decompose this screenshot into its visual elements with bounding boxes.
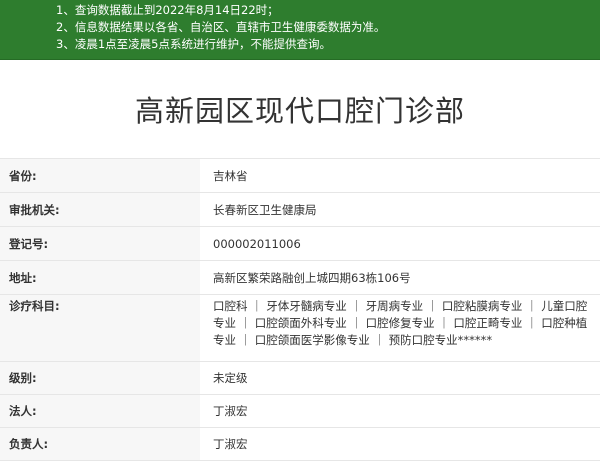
field-label: 审批机关: xyxy=(0,193,200,226)
field-value: 口腔科 ｜ 牙体牙髓病专业 ｜ 牙周病专业 ｜ 口腔粘膜病专业 ｜ 儿童口腔专业… xyxy=(213,299,588,347)
field-label: 地址: xyxy=(0,261,200,294)
row-approval-authority: 审批机关: 长春新区卫生健康局 xyxy=(0,193,600,227)
field-value: 高新区繁荣路融创上城四期63栋106号 xyxy=(213,270,411,285)
field-value: 长春新区卫生健康局 xyxy=(213,202,317,217)
field-value: 丁淑宏 xyxy=(213,404,248,418)
row-legal-person: 法人: 丁淑宏 xyxy=(0,395,600,428)
info-table: 省份: 吉林省 审批机关: 长春新区卫生健康局 登记号: 00000201100… xyxy=(0,158,600,461)
notice-banner: 1、查询数据截止到2022年8月14日22时； 2、信息数据结果以各省、自治区、… xyxy=(0,0,600,60)
row-person-in-charge: 负责人: 丁淑宏 xyxy=(0,428,600,461)
field-label: 法人: xyxy=(0,395,200,427)
notice-line-3: 3、凌晨1点至凌晨5点系统进行维护，不能提供查询。 xyxy=(56,37,331,51)
field-label: 负责人: xyxy=(0,428,200,460)
field-label: 登记号: xyxy=(0,227,200,260)
page-title: 高新园区现代口腔门诊部 xyxy=(134,94,465,128)
notice-line-2: 2、信息数据结果以各省、自治区、直辖市卫生健康委数据为准。 xyxy=(56,20,386,34)
row-registration-number: 登记号: 000002011006 xyxy=(0,227,600,261)
field-label: 省份: xyxy=(0,159,200,192)
row-level: 级别: 未定级 xyxy=(0,362,600,395)
field-value: 丁淑宏 xyxy=(213,437,248,451)
row-clinical-departments: 诊疗科目: 口腔科 ｜ 牙体牙髓病专业 ｜ 牙周病专业 ｜ 口腔粘膜病专业 ｜ … xyxy=(0,295,600,362)
field-value: 000002011006 xyxy=(213,236,301,251)
notice-line-1: 1、查询数据截止到2022年8月14日22时； xyxy=(56,3,279,17)
field-value: 吉林省 xyxy=(213,168,248,183)
row-address: 地址: 高新区繁荣路融创上城四期63栋106号 xyxy=(0,261,600,295)
title-area: 高新园区现代口腔门诊部 xyxy=(0,60,600,158)
field-value: 未定级 xyxy=(213,371,248,385)
field-label: 级别: xyxy=(0,362,200,394)
field-label: 诊疗科目: xyxy=(0,295,200,361)
row-province: 省份: 吉林省 xyxy=(0,159,600,193)
